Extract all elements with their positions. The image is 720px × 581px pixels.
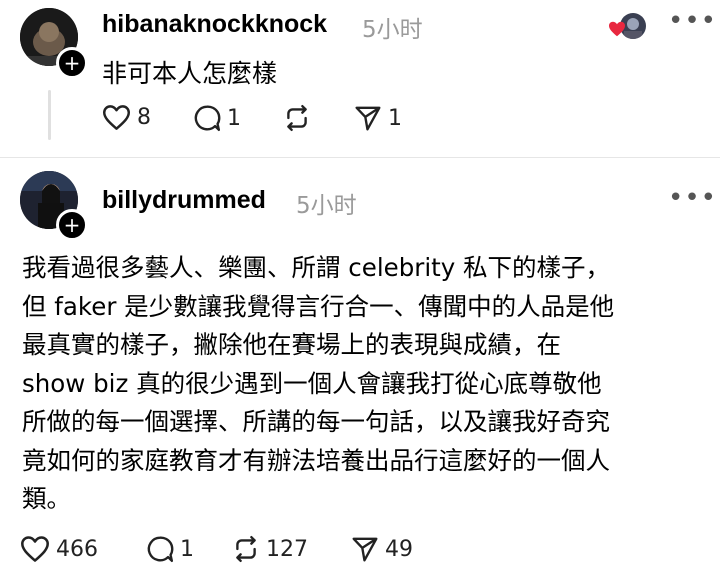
timestamp: 5小时 (296, 193, 357, 219)
more-options-icon[interactable]: ••• (668, 183, 717, 213)
share-count: 49 (385, 536, 413, 562)
repost-icon (287, 104, 307, 132)
share-count: 1 (388, 105, 402, 131)
send-icon (355, 106, 381, 131)
like-count: 8 (137, 105, 151, 130)
comment-icon (147, 536, 174, 563)
repost-button[interactable] (283, 104, 317, 132)
like-count: 466 (56, 536, 98, 562)
like-button[interactable]: 466 (20, 535, 98, 563)
repost-count: 127 (266, 536, 308, 562)
username[interactable]: hibanaknockknock (102, 10, 327, 39)
more-options-icon[interactable]: ••• (668, 6, 717, 36)
share-button[interactable]: 1 (354, 104, 402, 132)
reply-count: 1 (180, 536, 194, 562)
liker-indicator (608, 13, 648, 41)
share-button[interactable]: 49 (351, 535, 413, 563)
repost-button[interactable]: 127 (232, 535, 308, 563)
thread-line (48, 90, 51, 140)
reply-button[interactable]: 1 (193, 104, 241, 132)
send-icon (352, 537, 378, 562)
username[interactable]: billydrummed (102, 186, 266, 215)
post-divider (0, 157, 720, 158)
timestamp: 5小时 (362, 17, 423, 43)
comment-icon (194, 105, 221, 132)
repost-icon (236, 535, 256, 563)
reply-button[interactable]: 1 (146, 535, 194, 563)
post-text: 我看過很多藝人、樂團、所謂 celebrity 私下的樣子， 但 faker 是… (22, 253, 615, 513)
like-button[interactable]: 8 (102, 104, 151, 131)
heart-icon (103, 105, 130, 130)
follow-plus-icon[interactable]: + (56, 47, 88, 79)
heart-badge-icon (609, 21, 625, 37)
post-text: 非可本人怎麼樣 (102, 59, 278, 88)
heart-icon (21, 536, 49, 562)
follow-plus-icon[interactable]: + (56, 209, 88, 241)
reply-count: 1 (227, 105, 241, 131)
